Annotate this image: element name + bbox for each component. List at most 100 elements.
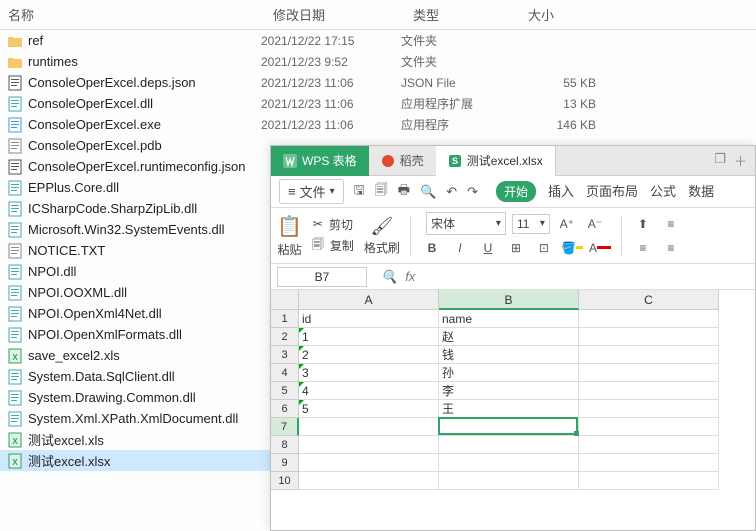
cell[interactable]: 李 bbox=[439, 382, 579, 400]
cell[interactable] bbox=[579, 472, 719, 490]
cell[interactable] bbox=[299, 418, 439, 436]
cut-label: 剪切 bbox=[329, 216, 353, 233]
row-header[interactable]: 1 bbox=[271, 310, 299, 328]
cell[interactable]: 2 bbox=[299, 346, 439, 364]
decrease-font-icon[interactable]: A⁻ bbox=[584, 213, 606, 235]
increase-font-icon[interactable]: A⁺ bbox=[556, 213, 578, 235]
dll-icon bbox=[6, 389, 24, 407]
select-all-corner[interactable] bbox=[271, 290, 299, 310]
cell[interactable]: 赵 bbox=[439, 328, 579, 346]
app-tab[interactable]: WPS 表格 bbox=[271, 146, 369, 176]
window-restore-icon[interactable]: ❐ bbox=[714, 151, 726, 170]
menu-file[interactable]: ≡文件▾ bbox=[279, 179, 344, 204]
row-header[interactable]: 4 bbox=[271, 364, 299, 382]
redo-icon[interactable]: ↷ bbox=[467, 184, 478, 200]
cell[interactable]: 钱 bbox=[439, 346, 579, 364]
name-box[interactable]: B7 bbox=[277, 267, 367, 287]
cell[interactable] bbox=[579, 328, 719, 346]
row-header[interactable]: 8 bbox=[271, 436, 299, 454]
xls-icon: X bbox=[6, 431, 24, 449]
cell[interactable] bbox=[579, 382, 719, 400]
row-header[interactable]: 10 bbox=[271, 472, 299, 490]
cell[interactable] bbox=[299, 472, 439, 490]
file-type: 文件夹 bbox=[401, 32, 516, 49]
menu-start[interactable]: 开始 bbox=[496, 181, 536, 202]
spreadsheet-grid[interactable]: ABC 12345678910 idname1赵2钱3孙4李5王 bbox=[271, 290, 755, 520]
bold-icon[interactable]: B bbox=[421, 237, 443, 259]
cell[interactable] bbox=[579, 364, 719, 382]
print-preview-icon[interactable]: 🔍 bbox=[420, 184, 436, 200]
col-header[interactable]: C bbox=[579, 290, 719, 310]
cell[interactable]: 5 bbox=[299, 400, 439, 418]
cell[interactable]: 1 bbox=[299, 328, 439, 346]
format-painter-button[interactable]: 🖌 格式刷 bbox=[364, 216, 400, 256]
cell[interactable]: id bbox=[299, 310, 439, 328]
header-date[interactable]: 修改日期 bbox=[265, 5, 405, 24]
col-header[interactable]: B bbox=[439, 290, 579, 310]
cell[interactable] bbox=[439, 454, 579, 472]
print-icon[interactable]: 🖶 bbox=[398, 181, 410, 203]
copy-button[interactable]: 🗐复制 bbox=[312, 235, 354, 256]
row-header[interactable]: 3 bbox=[271, 346, 299, 364]
align-top-icon[interactable]: ⬆ bbox=[632, 213, 654, 235]
italic-icon[interactable]: I bbox=[449, 237, 471, 259]
row-header[interactable]: 9 bbox=[271, 454, 299, 472]
size-select[interactable]: 11▾ bbox=[512, 214, 550, 234]
cell[interactable] bbox=[579, 454, 719, 472]
cell[interactable]: 孙 bbox=[439, 364, 579, 382]
header-size[interactable]: 大小 bbox=[520, 5, 615, 24]
file-row[interactable]: ConsoleOperExcel.exe2021/12/23 11:06应用程序… bbox=[0, 114, 756, 135]
row-header[interactable]: 6 bbox=[271, 400, 299, 418]
cell[interactable]: 3 bbox=[299, 364, 439, 382]
row-header[interactable]: 2 bbox=[271, 328, 299, 346]
align-left-icon[interactable]: ≡ bbox=[632, 237, 654, 259]
cell[interactable] bbox=[579, 346, 719, 364]
cell[interactable]: name bbox=[439, 310, 579, 328]
file-row[interactable]: runtimes2021/12/23 9:52文件夹 bbox=[0, 51, 756, 72]
cell[interactable]: 王 bbox=[439, 400, 579, 418]
menu-data[interactable]: 数据 bbox=[688, 181, 714, 202]
col-header[interactable]: A bbox=[299, 290, 439, 310]
search-icon[interactable]: 🔍 bbox=[381, 269, 397, 285]
cell[interactable] bbox=[299, 436, 439, 454]
font-color-icon[interactable]: A bbox=[589, 237, 611, 259]
tab-add-icon[interactable]: ＋ bbox=[734, 151, 747, 170]
header-name[interactable]: 名称 bbox=[0, 5, 265, 24]
align-middle-icon[interactable]: ≡ bbox=[660, 213, 682, 235]
fill-color-icon[interactable]: 🪣 bbox=[561, 237, 583, 259]
fx-label[interactable]: fx bbox=[405, 269, 415, 284]
border2-icon[interactable]: ⊡ bbox=[533, 237, 555, 259]
cell[interactable] bbox=[579, 436, 719, 454]
cell[interactable] bbox=[439, 436, 579, 454]
save-as-icon[interactable]: 🗐 bbox=[375, 181, 388, 203]
cell[interactable] bbox=[299, 454, 439, 472]
file-row[interactable]: ConsoleOperExcel.deps.json2021/12/23 11:… bbox=[0, 72, 756, 93]
menu-layout[interactable]: 页面布局 bbox=[586, 181, 638, 202]
menu-formula[interactable]: 公式 bbox=[650, 181, 676, 202]
file-tab[interactable]: S 测试excel.xlsx bbox=[436, 146, 556, 176]
border-icon[interactable]: ⊞ bbox=[505, 237, 527, 259]
underline-icon[interactable]: U bbox=[477, 237, 499, 259]
shell-tab[interactable]: 稻壳 bbox=[369, 146, 436, 176]
paste-group[interactable]: 📋 粘贴 bbox=[277, 214, 302, 258]
row-header[interactable]: 5 bbox=[271, 382, 299, 400]
dll-icon bbox=[6, 221, 24, 239]
file-size: 146 KB bbox=[516, 118, 606, 132]
save-icon[interactable]: 🖫 bbox=[354, 181, 365, 203]
row-header[interactable]: 7 bbox=[271, 418, 299, 436]
svg-text:S: S bbox=[452, 156, 458, 166]
align-center-icon[interactable]: ≡ bbox=[660, 237, 682, 259]
cell[interactable] bbox=[579, 418, 719, 436]
cell[interactable]: 4 bbox=[299, 382, 439, 400]
menu-insert[interactable]: 插入 bbox=[548, 181, 574, 202]
cell[interactable] bbox=[439, 472, 579, 490]
cut-button[interactable]: ✂剪切 bbox=[313, 216, 353, 233]
font-select[interactable]: 宋体▾ bbox=[426, 212, 506, 235]
cell[interactable] bbox=[579, 310, 719, 328]
file-row[interactable]: ConsoleOperExcel.dll2021/12/23 11:06应用程序… bbox=[0, 93, 756, 114]
cell[interactable] bbox=[579, 400, 719, 418]
file-row[interactable]: ref2021/12/22 17:15文件夹 bbox=[0, 30, 756, 51]
cell[interactable] bbox=[439, 418, 579, 436]
undo-icon[interactable]: ↶ bbox=[446, 184, 457, 200]
header-type[interactable]: 类型 bbox=[405, 5, 520, 24]
